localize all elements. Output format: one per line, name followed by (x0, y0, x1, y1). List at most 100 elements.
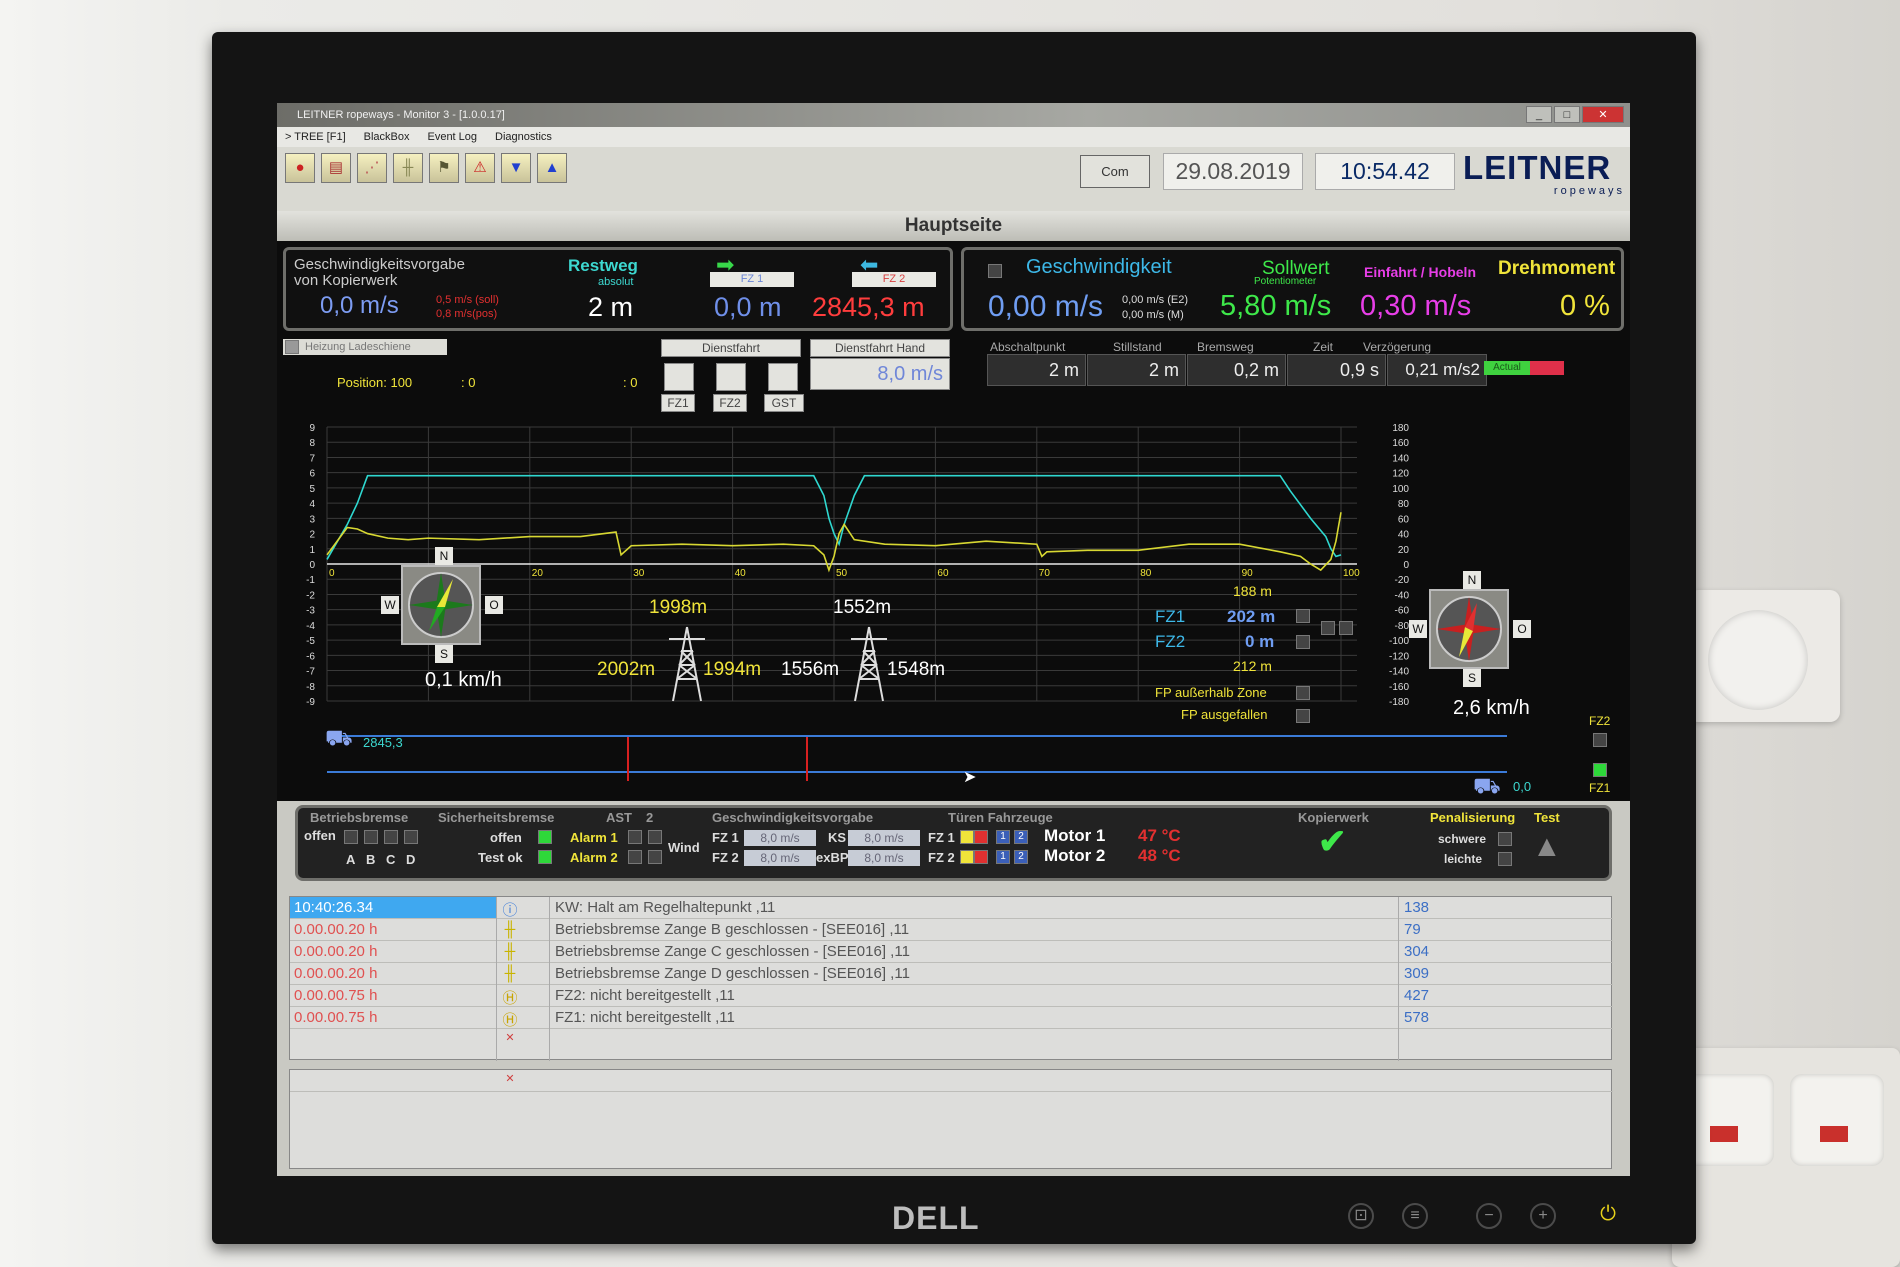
log-number: 304 (1404, 943, 1430, 960)
y-left-tick-label: 6 (309, 469, 315, 480)
tower2-right-label: 1548m (887, 659, 946, 680)
y-right-tick-label: -180 (1389, 697, 1409, 708)
log-row-empty[interactable]: ✕ (290, 1029, 1613, 1051)
menu-tree[interactable]: > TREE [F1] (285, 127, 346, 147)
overview-icon[interactable]: ● (285, 153, 315, 183)
gv-fz1-label: FZ 1 (712, 830, 739, 845)
log-row[interactable]: 0.00.00.20 h ╫ Betriebsbremse Zange D ge… (290, 963, 1613, 985)
y-left-tick-label: 9 (309, 423, 315, 434)
event-log-secondary: ✕ (289, 1069, 1613, 1169)
brake-a-indicator (344, 830, 358, 844)
log-time: 0.00.00.20 h (294, 965, 378, 982)
page-title: Hauptseite (277, 211, 1630, 241)
chart-icon[interactable]: ▤ (321, 153, 351, 183)
test-icon[interactable]: ⚑ (429, 153, 459, 183)
monitor-plus-button[interactable]: + (1530, 1203, 1556, 1229)
test-triangle-icon[interactable]: ▲ (1532, 830, 1562, 864)
compass-left-s: S (435, 645, 453, 663)
monitor-minus-button[interactable]: − (1476, 1203, 1502, 1229)
minimize-button[interactable]: _ (1526, 106, 1552, 123)
log-number: 79 (1404, 921, 1421, 938)
track-fz2-indicator (1593, 733, 1607, 747)
motor1-label: Motor 1 (1044, 826, 1106, 845)
wind-speed-left: 0,1 km/h (425, 669, 502, 691)
track-line-upper (327, 735, 1507, 737)
menu-diagnostics[interactable]: Diagnostics (495, 127, 552, 147)
track-left-value: 2845,3 (363, 735, 403, 750)
test-label: Test (1534, 810, 1560, 825)
tower1-marker (627, 737, 629, 781)
y-right-tick-label: 40 (1398, 530, 1410, 541)
fz2-indicator (1296, 635, 1310, 649)
wind-compass-right (1429, 589, 1509, 669)
y-left-tick-label: 7 (309, 453, 315, 464)
fz1-info-value: 202 m (1227, 607, 1276, 626)
y-left-tick-label: -8 (306, 682, 315, 693)
fp-zone-label: FP außerhalb Zone (1155, 685, 1267, 700)
y-right-tick-label: -120 (1389, 651, 1409, 662)
menu-blackbox[interactable]: BlackBox (364, 127, 410, 147)
log-text: Betriebsbremse Zange D geschlossen - [SE… (555, 965, 910, 982)
com-button[interactable]: Com (1080, 155, 1150, 188)
y-right-tick-label: -60 (1395, 606, 1410, 617)
wind-label: Wind (668, 840, 700, 855)
hold-icon: Ⓗ (502, 1012, 518, 1029)
wind-speed-right: 2,6 km/h (1453, 697, 1530, 719)
monitor-input-button[interactable]: ⊡ (1348, 1203, 1374, 1229)
arrow-down-icon[interactable]: ▼ (501, 153, 531, 183)
trend-icon[interactable]: ⋰ (357, 153, 387, 183)
log-row[interactable]: 0.00.00.75 h Ⓗ FZ1: nicht bereitgestellt… (290, 1007, 1613, 1029)
door-fz1-2: 2 (1014, 830, 1028, 844)
log-row-empty[interactable]: ✕ (290, 1070, 1613, 1092)
warning-icon[interactable]: ⚠ (465, 153, 495, 183)
log-row[interactable]: 0.00.00.20 h ╫ Betriebsbremse Zange B ge… (290, 919, 1613, 941)
menu-event-log[interactable]: Event Log (427, 127, 477, 147)
x-tick-label: 80 (1140, 568, 1152, 579)
y-right-tick-label: -80 (1395, 621, 1410, 632)
y-left-tick-label: 4 (309, 499, 315, 510)
door-fz2-2: 2 (1014, 850, 1028, 864)
schwere-indicator (1498, 832, 1512, 846)
close-button[interactable]: ✕ (1582, 106, 1624, 123)
arrow-up-icon[interactable]: ▲ (537, 153, 567, 183)
wind-compass-left (401, 565, 481, 645)
log-number: 578 (1404, 1009, 1430, 1026)
motor1-temp: 47 °C (1138, 826, 1181, 845)
log-row[interactable]: 0.00.00.20 h ╫ Betriebsbremse Zange C ge… (290, 941, 1613, 963)
tower1-icon (669, 626, 705, 702)
tower1-top-label: 1998m (649, 597, 708, 618)
y-left-tick-label: -5 (306, 636, 315, 647)
y-right-tick-label: 100 (1392, 484, 1409, 495)
ks-label: KS (828, 830, 847, 845)
fp-zone-indicator (1296, 686, 1310, 700)
ast-label: AST (606, 810, 632, 825)
motor2-label: Motor 2 (1044, 846, 1106, 865)
log-text: KW: Halt am Regelhaltepunkt ,11 (555, 899, 776, 916)
track-right-value: 0,0 (1513, 779, 1532, 794)
ks-value: 8,0 m/s (848, 830, 920, 846)
leichte-label: leichte (1444, 852, 1483, 866)
brake-icon[interactable]: ╫ (393, 153, 423, 183)
door-fz2-a-indicator (960, 850, 974, 864)
monitor-menu-button[interactable]: ≡ (1402, 1203, 1428, 1229)
y-right-tick-label: 160 (1392, 438, 1409, 449)
tower1-right-label: 1994m (703, 659, 762, 680)
log-row[interactable]: 0.00.00.75 h Ⓗ FZ2: nicht bereitgestellt… (290, 985, 1613, 1007)
maximize-button[interactable]: □ (1554, 106, 1580, 123)
y-right-tick-label: -140 (1389, 667, 1409, 678)
betriebsbremse-offen-label: offen (304, 828, 336, 843)
log-time: 0.00.00.75 h (294, 987, 378, 1004)
brake-c-label: C (386, 852, 396, 867)
door-fz1-1: 1 (996, 830, 1010, 844)
mouse-cursor-icon: ➤ (963, 769, 977, 786)
fz-aux-indicator-a (1321, 621, 1335, 635)
log-number: 138 (1404, 899, 1430, 916)
y-right-tick-label: 60 (1398, 514, 1410, 525)
x-tick-label: 20 (532, 568, 544, 579)
log-row[interactable]: 10:40:26.34 ⓘ KW: Halt am Regelhaltepunk… (290, 897, 1613, 919)
fp-fail-label: FP ausgefallen (1181, 707, 1268, 722)
y-right-tick-label: 140 (1392, 453, 1409, 464)
power-icon[interactable]: ⏻ (1596, 1202, 1620, 1226)
fp-fail-indicator (1296, 709, 1310, 723)
compass-left-w: W (381, 596, 399, 614)
